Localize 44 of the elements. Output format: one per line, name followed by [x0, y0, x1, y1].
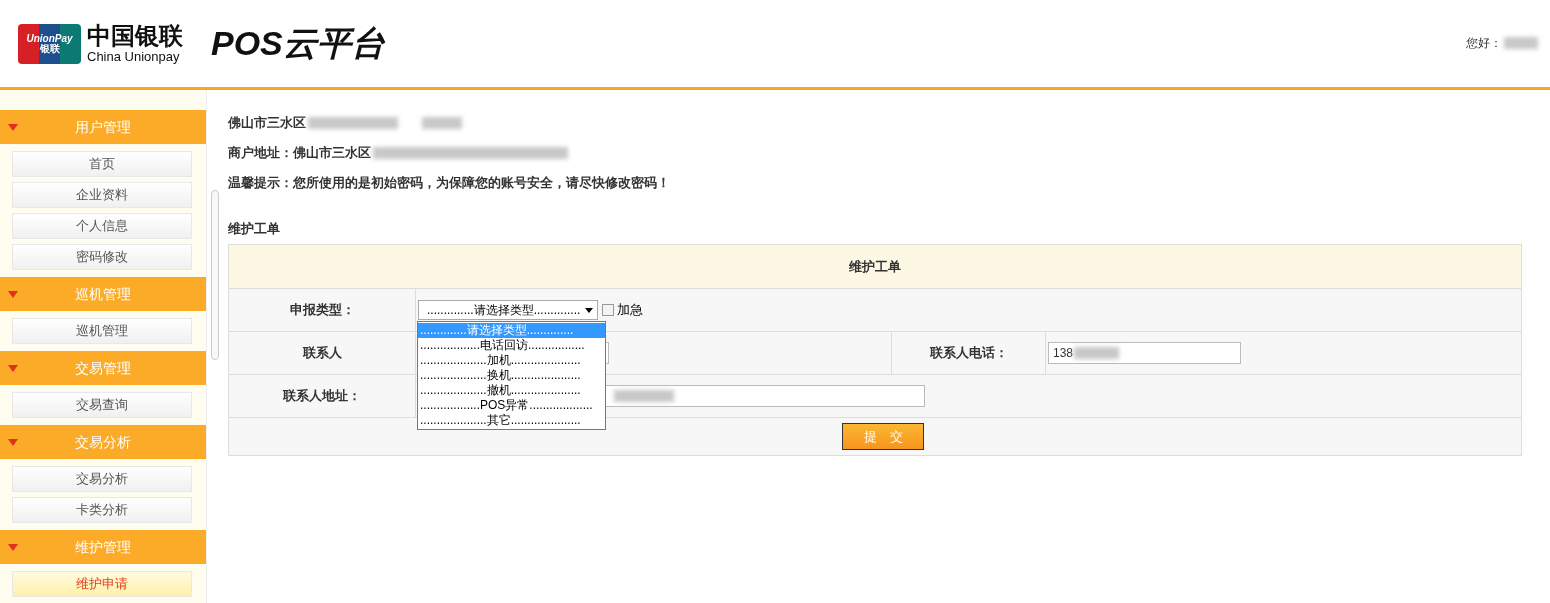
- field-label: 申报类型：: [289, 301, 355, 320]
- redaction-mark: [1504, 37, 1538, 49]
- menu-item[interactable]: 首页: [12, 151, 192, 177]
- logo-title: 中国银联: [87, 24, 183, 48]
- merchant-name: 佛山市三水区: [228, 114, 306, 133]
- dropdown-option[interactable]: ....................加机.....................: [418, 353, 605, 368]
- dropdown-option[interactable]: ....................撤机.....................: [418, 383, 605, 398]
- menu-item[interactable]: 交易查询: [12, 392, 192, 418]
- redaction-mark: [1074, 347, 1120, 359]
- phone-input[interactable]: 138: [1048, 342, 1241, 364]
- menu-item[interactable]: 巡机管理: [12, 318, 192, 344]
- password-notice: 温馨提示：您所使用的是初始密码，为保障您的账号安全，请尽快修改密码！: [228, 174, 670, 193]
- caret-down-icon: [8, 123, 18, 131]
- checkbox-label: 加急: [617, 301, 643, 320]
- caret-down-icon: [8, 290, 18, 298]
- menu-item[interactable]: 个人信息: [12, 213, 192, 239]
- caret-down-icon: [8, 543, 18, 551]
- dropdown-option[interactable]: ..................电话回访.................: [418, 338, 605, 353]
- field-label: 联系人地址：: [283, 387, 361, 406]
- app-title: POS云平台: [211, 23, 385, 64]
- field-label: 联系人电话：: [929, 344, 1008, 363]
- caret-down-icon: [585, 307, 593, 313]
- logo-badge-text: 银联: [39, 43, 60, 54]
- menu-item[interactable]: 交易分析: [12, 466, 192, 492]
- redaction-mark: [422, 117, 462, 129]
- menu-item[interactable]: 维护申请: [12, 571, 192, 597]
- type-select[interactable]: ..............请选择类型..............: [418, 300, 598, 320]
- form-title: 维护工单: [849, 257, 901, 276]
- caret-down-icon: [8, 438, 18, 446]
- field-label: 联系人: [302, 344, 342, 363]
- redaction-mark: [614, 390, 674, 402]
- dropdown-option[interactable]: ....................其它.....................: [418, 413, 605, 428]
- dropdown-option[interactable]: ....................换机.....................: [418, 368, 605, 383]
- greeting: 您好：: [1466, 35, 1502, 52]
- caret-down-icon: [8, 364, 18, 372]
- menu-item[interactable]: 密码修改: [12, 244, 192, 270]
- menu-item[interactable]: 卡类分析: [12, 497, 192, 523]
- logo-subtitle: China Unionpay: [87, 50, 181, 63]
- splitter-handle[interactable]: [211, 190, 219, 360]
- merchant-address: 商户地址：佛山市三水区: [228, 144, 371, 163]
- section-title: 维护工单: [228, 219, 280, 238]
- urgent-checkbox[interactable]: [602, 304, 614, 316]
- menu-item[interactable]: 企业资料: [12, 182, 192, 208]
- dropdown-option[interactable]: ..................POS异常...................: [418, 398, 605, 413]
